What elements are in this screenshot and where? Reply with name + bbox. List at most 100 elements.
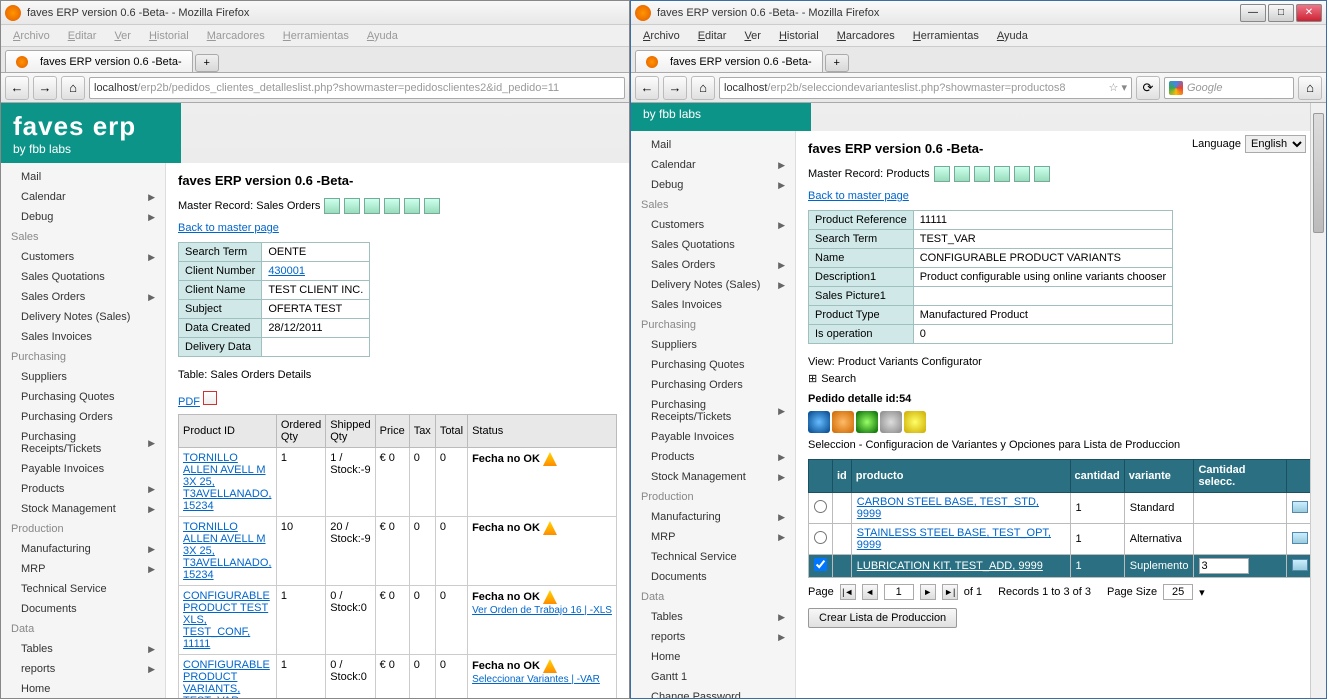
sidebar-item[interactable]: Suppliers: [631, 335, 795, 355]
export-icon[interactable]: [404, 198, 420, 214]
menu-item[interactable]: Editar: [60, 28, 105, 44]
sidebar-item[interactable]: Mail: [631, 135, 795, 155]
sidebar-item[interactable]: Technical Service: [631, 547, 795, 567]
column-header[interactable]: [809, 460, 833, 493]
pager-next[interactable]: ►: [920, 584, 936, 600]
menu-item[interactable]: Historial: [771, 28, 827, 44]
column-header[interactable]: Cantidad selecc.: [1194, 460, 1287, 493]
sidebar-item[interactable]: Suppliers: [1, 367, 165, 387]
sidebar-item[interactable]: Manufacturing▶: [1, 539, 165, 559]
sidebar-item[interactable]: Sales Invoices: [631, 295, 795, 315]
sidebar-item[interactable]: Purchasing Orders: [631, 375, 795, 395]
sidebar-item[interactable]: Sales Orders▶: [631, 255, 795, 275]
menu-item[interactable]: Herramientas: [905, 28, 987, 44]
view-icon[interactable]: [1292, 559, 1308, 571]
sidebar-item[interactable]: Purchasing Quotes: [1, 387, 165, 407]
sidebar-item[interactable]: Stock Management▶: [1, 499, 165, 519]
sidebar-item[interactable]: Calendar▶: [1, 187, 165, 207]
menu-item[interactable]: Ver: [106, 28, 139, 44]
sidebar-item[interactable]: Customers▶: [631, 215, 795, 235]
row-radio[interactable]: [814, 531, 827, 544]
url-bar[interactable]: localhost/erp2b/selecciondevarianteslist…: [719, 77, 1132, 99]
minimize-button[interactable]: —: [1240, 4, 1266, 22]
column-header[interactable]: Tax: [409, 415, 435, 448]
column-header[interactable]: Total: [435, 415, 467, 448]
pager-size-input[interactable]: [1163, 584, 1193, 600]
print-icon[interactable]: [424, 198, 440, 214]
back-to-master-link[interactable]: Back to master page: [808, 190, 909, 202]
sidebar-item[interactable]: Stock Management▶: [631, 467, 795, 487]
table-row[interactable]: TORNILLO ALLEN AVELL M 3X 25, T3AVELLANA…: [179, 517, 617, 586]
sidebar-item[interactable]: Purchasing Receipts/Tickets▶: [1, 427, 165, 459]
sidebar-item[interactable]: Debug▶: [631, 175, 795, 195]
sidebar-item[interactable]: MRP▶: [631, 527, 795, 547]
menu-item[interactable]: Ver: [736, 28, 769, 44]
pager-last[interactable]: ►|: [942, 584, 958, 600]
pager-first[interactable]: |◄: [840, 584, 856, 600]
pager-prev[interactable]: ◄: [862, 584, 878, 600]
browser-tab[interactable]: faves ERP version 0.6 -Beta-: [5, 50, 193, 72]
new-tab-button[interactable]: +: [195, 54, 219, 72]
titlebar[interactable]: faves ERP version 0.6 -Beta- - Mozilla F…: [1, 1, 629, 25]
sidebar-item[interactable]: Payable Invoices: [631, 427, 795, 447]
titlebar[interactable]: faves ERP version 0.6 -Beta- - Mozilla F…: [631, 1, 1326, 25]
sidebar-item[interactable]: Products▶: [1, 479, 165, 499]
sidebar-item[interactable]: Documents: [1, 599, 165, 619]
row-radio[interactable]: [814, 500, 827, 513]
cube-icon[interactable]: [808, 411, 830, 433]
menu-item[interactable]: Herramientas: [275, 28, 357, 44]
menu-item[interactable]: Ayuda: [989, 28, 1036, 44]
sidebar-item[interactable]: Sales Orders▶: [1, 287, 165, 307]
sidebar-item[interactable]: Documents: [631, 567, 795, 587]
export-icon[interactable]: [934, 166, 950, 182]
sidebar-item[interactable]: Purchasing Quotes: [631, 355, 795, 375]
menu-item[interactable]: Ayuda: [359, 28, 406, 44]
view-icon[interactable]: [1292, 501, 1308, 513]
home-icon[interactable]: ⌂: [1298, 76, 1322, 100]
export-icon[interactable]: [954, 166, 970, 182]
export-icon[interactable]: [324, 198, 340, 214]
export-icon[interactable]: [994, 166, 1010, 182]
view-icon[interactable]: [1292, 532, 1308, 544]
search-toggle[interactable]: ⊞ Search: [808, 372, 1314, 385]
maximize-button[interactable]: □: [1268, 4, 1294, 22]
sidebar-item[interactable]: Purchasing Orders: [1, 407, 165, 427]
sidebar-item[interactable]: reports▶: [1, 659, 165, 679]
menu-item[interactable]: Marcadores: [829, 28, 903, 44]
menu-item[interactable]: Archivo: [635, 28, 688, 44]
sidebar-item[interactable]: Gantt 1: [631, 667, 795, 687]
menu-item[interactable]: Editar: [690, 28, 735, 44]
column-header[interactable]: Status: [468, 415, 617, 448]
column-header[interactable]: cantidad: [1070, 460, 1124, 493]
wrench-icon[interactable]: [880, 411, 902, 433]
scroll-thumb[interactable]: [1313, 113, 1324, 233]
menu-item[interactable]: Archivo: [5, 28, 58, 44]
row-checkbox[interactable]: [814, 558, 827, 571]
home-button[interactable]: ⌂: [691, 76, 715, 100]
reload-button[interactable]: ⟳: [1136, 76, 1160, 100]
cube-icon[interactable]: [856, 411, 878, 433]
sidebar-item[interactable]: Mail: [1, 167, 165, 187]
sidebar-item[interactable]: Tables▶: [1, 639, 165, 659]
sidebar-item[interactable]: Technical Service: [1, 579, 165, 599]
sidebar-item[interactable]: Delivery Notes (Sales): [1, 307, 165, 327]
sidebar-item[interactable]: Tables▶: [631, 607, 795, 627]
search-box[interactable]: Google: [1164, 77, 1294, 99]
back-button[interactable]: ←: [635, 76, 659, 100]
export-icon[interactable]: [364, 198, 380, 214]
sidebar-item[interactable]: Products▶: [631, 447, 795, 467]
table-row[interactable]: TORNILLO ALLEN AVELL M 3X 25, T3AVELLANA…: [179, 448, 617, 517]
sidebar-item[interactable]: Debug▶: [1, 207, 165, 227]
table-row[interactable]: LUBRICATION KIT, TEST_ADD, 99991Suplemen…: [809, 555, 1314, 578]
back-button[interactable]: ←: [5, 76, 29, 100]
export-icon[interactable]: [384, 198, 400, 214]
sidebar-item[interactable]: Home: [1, 679, 165, 698]
column-header[interactable]: Shipped Qty: [326, 415, 375, 448]
export-icon[interactable]: [974, 166, 990, 182]
menu-item[interactable]: Historial: [141, 28, 197, 44]
browser-tab[interactable]: faves ERP version 0.6 -Beta-: [635, 50, 823, 72]
qty-input[interactable]: [1199, 558, 1249, 574]
sidebar-item[interactable]: Payable Invoices: [1, 459, 165, 479]
pdf-link[interactable]: PDF: [178, 396, 200, 408]
table-row[interactable]: STAINLESS STEEL BASE, TEST_OPT, 99991Alt…: [809, 524, 1314, 555]
